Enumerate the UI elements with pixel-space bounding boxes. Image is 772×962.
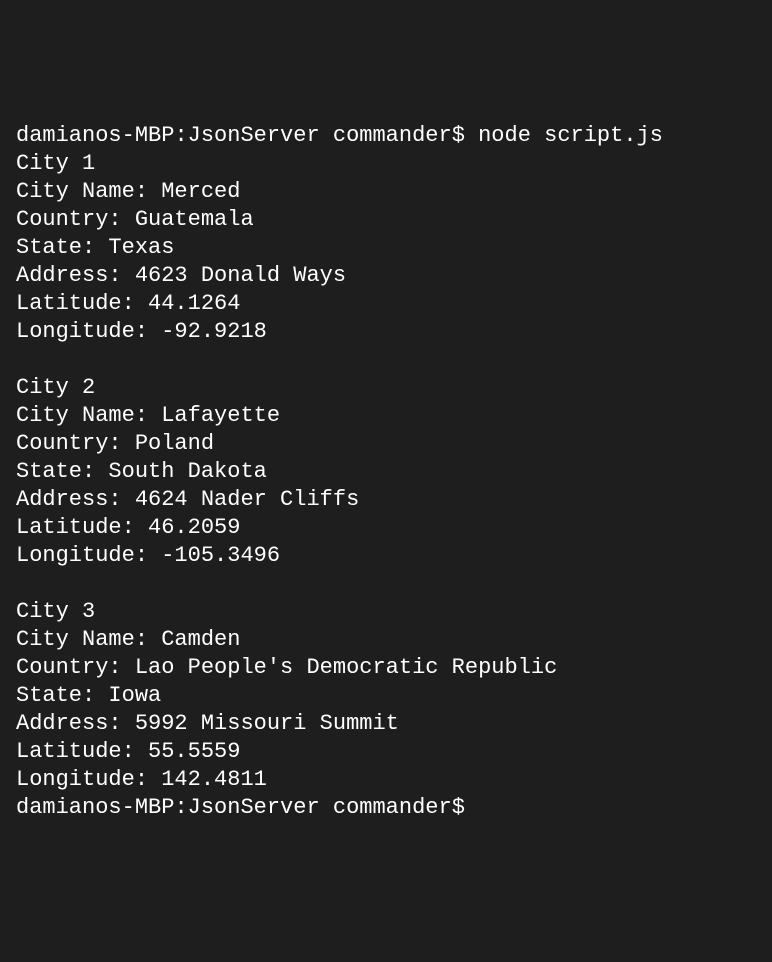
city-2-header: City 2 — [16, 375, 95, 400]
prompt-cwd: JsonServer — [188, 123, 320, 148]
city-3-longitude-line: Longitude: 142.4811 — [16, 767, 267, 792]
prompt-sep1-2: : — [174, 795, 187, 820]
city-2-address-line: Address: 4624 Nader Cliffs — [16, 487, 359, 512]
city-1-name-line: City Name: Merced — [16, 179, 240, 204]
prompt-sep2-2: $ — [452, 795, 465, 820]
prompt-host: damianos-MBP — [16, 123, 174, 148]
prompt-cwd-2: JsonServer — [188, 795, 320, 820]
prompt-sep1: : — [174, 123, 187, 148]
city-1-address-line: Address: 4623 Donald Ways — [16, 263, 346, 288]
prompt-host-2: damianos-MBP — [16, 795, 174, 820]
city-3-country-line: Country: Lao People's Democratic Republi… — [16, 655, 557, 680]
city-2-name-line: City Name: Lafayette — [16, 403, 280, 428]
command: node script.js — [478, 123, 663, 148]
prompt-user: commander — [333, 123, 452, 148]
city-3-name-line: City Name: Camden — [16, 627, 240, 652]
city-1-state-line: State: Texas — [16, 235, 174, 260]
city-2-state-line: State: South Dakota — [16, 459, 267, 484]
prompt-line-2[interactable]: damianos-MBP:JsonServer commander$ — [16, 795, 465, 820]
terminal-output: damianos-MBP:JsonServer commander$ node … — [16, 122, 756, 822]
city-1-country-line: Country: Guatemala — [16, 207, 254, 232]
city-1-longitude-line: Longitude: -92.9218 — [16, 319, 267, 344]
city-1-header: City 1 — [16, 151, 95, 176]
city-3-header: City 3 — [16, 599, 95, 624]
prompt-sep2: $ — [452, 123, 465, 148]
city-3-state-line: State: Iowa — [16, 683, 161, 708]
city-2-longitude-line: Longitude: -105.3496 — [16, 543, 280, 568]
prompt-user-2: commander — [333, 795, 452, 820]
city-3-latitude-line: Latitude: 55.5559 — [16, 739, 240, 764]
city-2-latitude-line: Latitude: 46.2059 — [16, 515, 240, 540]
city-3-address-line: Address: 5992 Missouri Summit — [16, 711, 399, 736]
prompt-line-1[interactable]: damianos-MBP:JsonServer commander$ node … — [16, 123, 663, 148]
city-2-country-line: Country: Poland — [16, 431, 214, 456]
city-1-latitude-line: Latitude: 44.1264 — [16, 291, 240, 316]
